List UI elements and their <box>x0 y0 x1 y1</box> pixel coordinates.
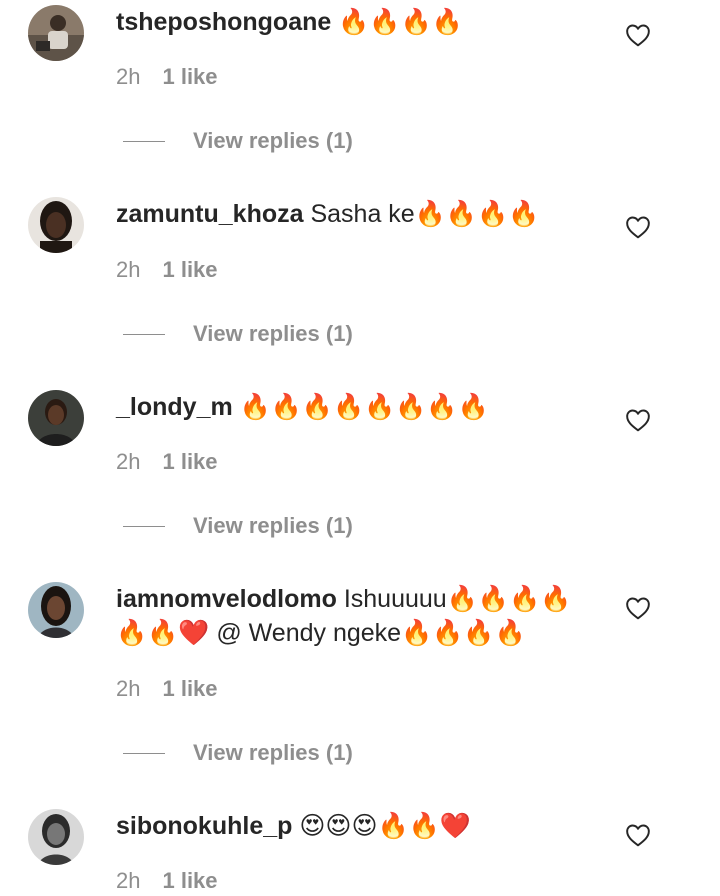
comment-body: sibonokuhle_p 😍😍😍🔥🔥❤️ <box>116 809 606 843</box>
avatar[interactable] <box>28 582 84 638</box>
heart-outline-icon[interactable] <box>625 23 651 47</box>
comment-time: 2h <box>116 449 141 474</box>
comment-likes[interactable]: 1 like <box>162 257 217 282</box>
avatar[interactable] <box>28 809 84 865</box>
comment-text: 🔥🔥🔥🔥 <box>331 8 463 36</box>
heart-outline-icon[interactable] <box>625 408 651 432</box>
comment-time: 2h <box>116 676 141 701</box>
comment-meta: 2h 1 like <box>116 255 218 285</box>
avatar[interactable] <box>28 5 84 61</box>
comment-text: Sasha ke🔥🔥🔥🔥 <box>303 200 540 228</box>
replies-divider <box>123 525 165 527</box>
comment-time: 2h <box>116 257 141 282</box>
comment-text: 😍😍😍🔥🔥❤️ <box>292 812 471 840</box>
comment-meta: 2h 1 like <box>116 447 218 477</box>
comment-text: 🔥🔥🔥🔥🔥🔥🔥🔥 <box>232 393 489 421</box>
comment-meta: 2h 1 like <box>116 62 218 92</box>
comment-meta: 2h 1 like <box>116 674 218 704</box>
replies-divider <box>123 752 165 754</box>
comment-username[interactable]: tsheposhongoane <box>116 8 331 36</box>
comment-likes[interactable]: 1 like <box>162 868 217 893</box>
view-replies-button[interactable]: View replies (1) <box>123 126 353 156</box>
comment-username[interactable]: zamuntu_khoza <box>116 200 304 228</box>
comment-likes[interactable]: 1 like <box>162 449 217 474</box>
replies-divider <box>123 140 165 142</box>
view-replies-label: View replies (1) <box>193 128 353 153</box>
comment-time: 2h <box>116 868 141 893</box>
heart-outline-icon[interactable] <box>625 596 651 620</box>
comment-time: 2h <box>116 64 141 89</box>
comment-username[interactable]: sibonokuhle_p <box>116 812 292 840</box>
comment-body: tsheposhongoane 🔥🔥🔥🔥 <box>116 5 606 39</box>
comment-body: iamnomvelodlomo Ishuuuuu🔥🔥🔥🔥 🔥🔥❤️ @ Wend… <box>116 582 606 650</box>
comment-username[interactable]: _londy_m <box>116 393 233 421</box>
heart-outline-icon[interactable] <box>625 215 651 239</box>
comment-likes[interactable]: 1 like <box>162 676 217 701</box>
avatar[interactable] <box>28 390 84 446</box>
comment-body: zamuntu_khoza Sasha ke🔥🔥🔥🔥 <box>116 197 606 231</box>
heart-outline-icon[interactable] <box>625 823 651 847</box>
avatar[interactable] <box>28 197 84 253</box>
view-replies-button[interactable]: View replies (1) <box>123 511 353 541</box>
view-replies-label: View replies (1) <box>193 513 353 538</box>
comment-likes[interactable]: 1 like <box>162 64 217 89</box>
comment-body: _londy_m 🔥🔥🔥🔥🔥🔥🔥🔥 <box>116 390 606 424</box>
view-replies-label: View replies (1) <box>193 321 353 346</box>
replies-divider <box>123 333 165 335</box>
comment-meta: 2h 1 like <box>116 866 218 896</box>
view-replies-button[interactable]: View replies (1) <box>123 738 353 768</box>
view-replies-label: View replies (1) <box>193 740 353 765</box>
view-replies-button[interactable]: View replies (1) <box>123 319 353 349</box>
comment-username[interactable]: iamnomvelodlomo <box>116 585 337 613</box>
